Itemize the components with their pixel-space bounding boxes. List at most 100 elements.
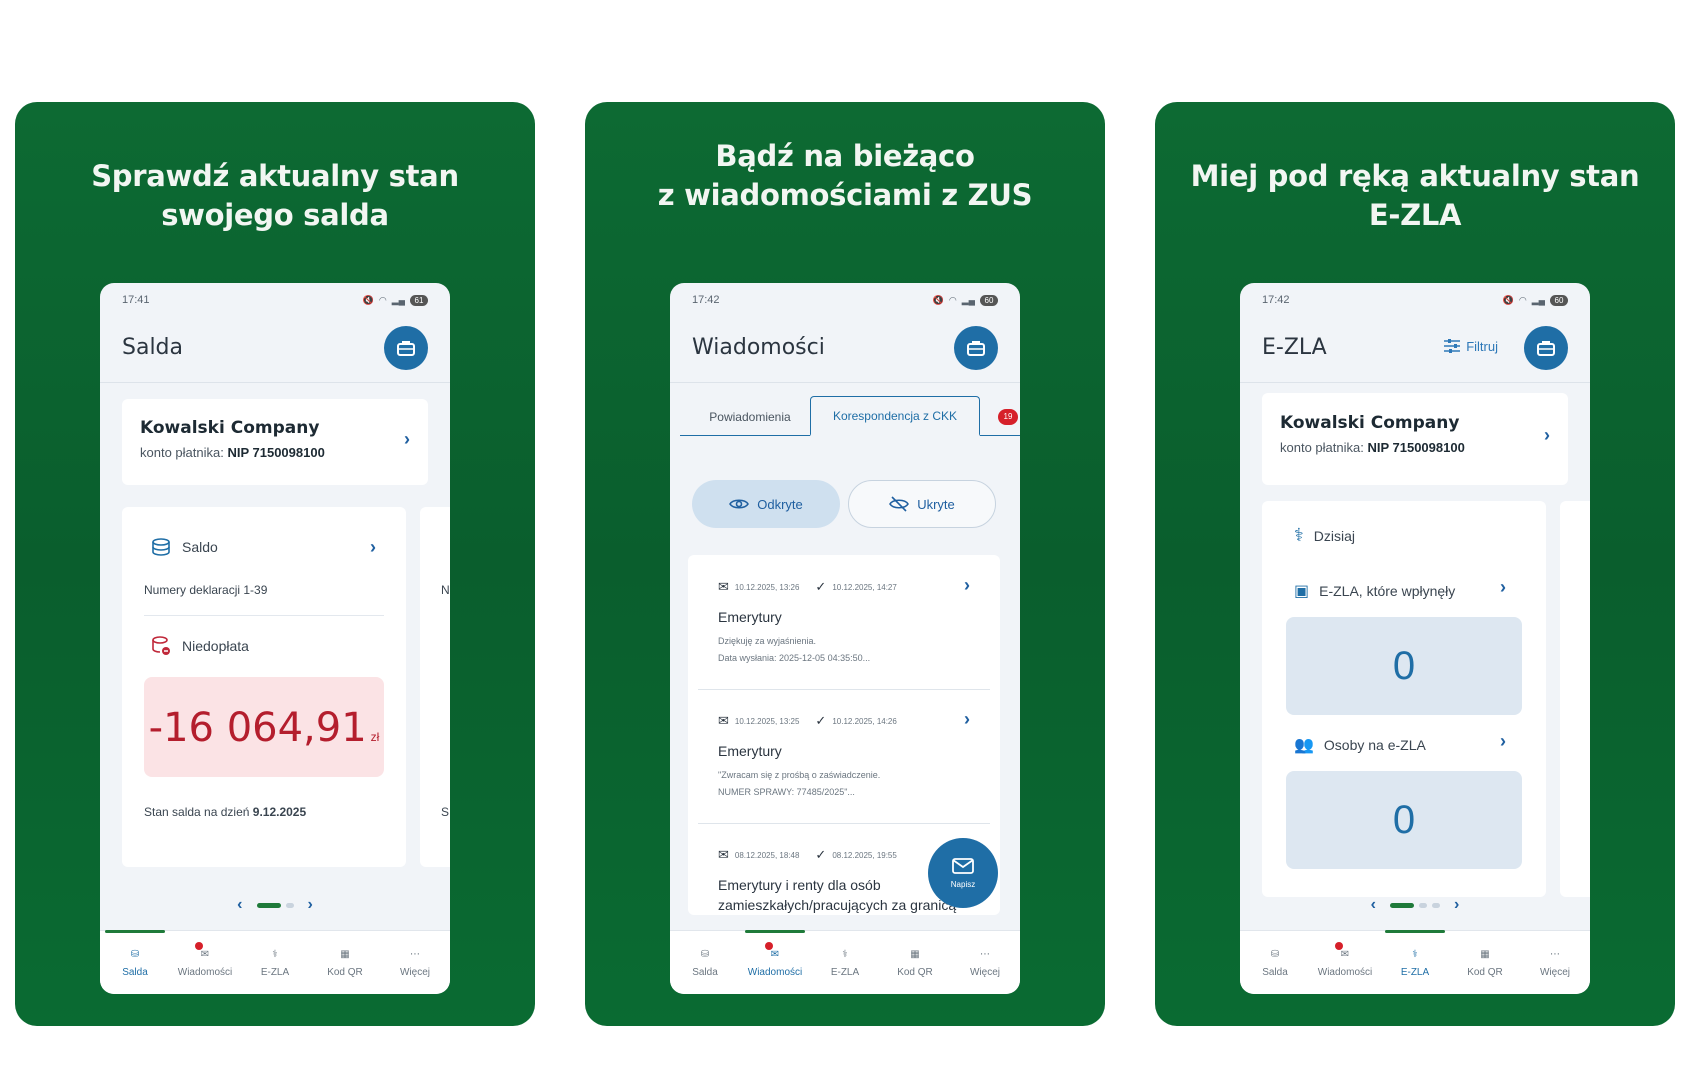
unread-dot xyxy=(1335,942,1343,950)
status-bar: 17:42 🔇 ◠ ▂▄ 60 xyxy=(692,293,998,307)
nav-item-wiecej[interactable]: ⋯ Więcej xyxy=(955,945,1015,979)
today-row: ⚕ Dzisiaj xyxy=(1294,525,1355,545)
balance-date-text: Stan salda na dzień 9.12.2025 xyxy=(144,805,307,819)
coins-icon xyxy=(152,538,170,556)
app-bar: E-ZLA Filtruj xyxy=(1240,313,1590,383)
qr-code-icon: ▦ xyxy=(340,948,350,960)
currency-label: zł xyxy=(370,730,380,744)
nav-item-ezla[interactable]: ⚕ E-ZLA xyxy=(1385,930,1445,978)
message-item[interactable]: ✉ 10.12.2025, 13:25 ✓ 10.12.2025, 14:26 › E… xyxy=(718,709,970,801)
coins-icon: ⛁ xyxy=(130,948,140,960)
chevron-right-icon: › xyxy=(370,537,376,557)
nav-item-wiadomosci[interactable]: ✉ Wiadomości xyxy=(1315,942,1375,978)
document-icon: ▣ xyxy=(1294,583,1310,600)
briefcase-icon xyxy=(967,341,985,356)
nav-item-wiecej[interactable]: ⋯ Więcej xyxy=(1525,945,1585,979)
pager-prev-button[interactable]: ‹ xyxy=(1371,896,1376,914)
status-bar: 17:41 🔇 ◠ ▂▄ 61 xyxy=(122,293,428,307)
check-circle-icon: ✓ xyxy=(815,847,827,862)
persons-row[interactable]: 👥 Osoby na e-ZLA xyxy=(1294,735,1426,755)
status-bar: 17:42 🔇 ◠ ▂▄ 60 xyxy=(1262,293,1568,307)
received-count-box: 0 xyxy=(1286,617,1522,715)
nav-item-kod-qr[interactable]: ▦ Kod QR xyxy=(1455,945,1515,979)
envelope-open-icon: ✉ xyxy=(718,847,729,862)
declarations-text: Numery deklaracji 1-39 xyxy=(144,583,268,597)
page-title: E-ZLA xyxy=(1262,335,1327,360)
battery-icon: 61 xyxy=(410,294,428,306)
wifi-icon: ◠ xyxy=(948,294,957,305)
received-row[interactable]: ▣ E-ZLA, które wpłynęły xyxy=(1294,581,1455,601)
pager-prev-button[interactable]: ‹ xyxy=(237,896,242,914)
pager-next-button[interactable]: › xyxy=(1454,896,1459,914)
pager-dot xyxy=(285,902,294,908)
briefcase-icon xyxy=(397,341,415,356)
pager-dot xyxy=(256,902,281,908)
niedoplata-row: Niedopłata xyxy=(150,635,249,657)
mute-icon: 🔇 xyxy=(1502,294,1514,305)
signal-icon: ▂▄ xyxy=(391,294,405,305)
battery-icon: 60 xyxy=(1550,294,1568,306)
envelope-open-icon: ✉ xyxy=(718,713,729,728)
tab-badge: 19 xyxy=(998,409,1018,425)
mute-icon: 🔇 xyxy=(932,294,944,305)
eye-off-icon xyxy=(889,496,910,512)
promo-card-salda: Sprawdź aktualny stan swojego salda 17:4… xyxy=(15,102,535,1026)
account-switch-button[interactable] xyxy=(384,326,428,370)
more-icon: ⋯ xyxy=(410,948,420,960)
next-card-peek: N S xyxy=(420,507,450,867)
filter-button[interactable]: Filtruj xyxy=(1443,338,1498,354)
tab-korespondencja[interactable]: Korespondencja z CKK xyxy=(810,396,980,436)
company-card[interactable]: Kowalski Company konto płatnika: NIP 715… xyxy=(1262,393,1568,485)
pager-dot xyxy=(1432,902,1440,908)
nav-item-ezla[interactable]: ⚕ E-ZLA xyxy=(245,945,305,979)
nav-item-wiadomosci[interactable]: ✉ Wiadomości xyxy=(745,930,805,978)
nav-item-salda[interactable]: ⛁ Salda xyxy=(1245,945,1305,979)
unread-dot xyxy=(765,942,773,950)
account-switch-button[interactable] xyxy=(1524,326,1568,370)
nav-item-salda[interactable]: ⛁ Salda xyxy=(675,945,735,979)
nav-item-salda[interactable]: ⛁ Salda xyxy=(105,930,165,978)
nav-item-ezla[interactable]: ⚕ E-ZLA xyxy=(815,945,875,979)
next-card-peek xyxy=(1560,501,1590,897)
chevron-right-icon: › xyxy=(404,429,410,449)
battery-icon: 60 xyxy=(980,294,998,306)
promo-headline: Miej pod ręką aktualny stan E-ZLA xyxy=(1190,159,1640,232)
promo-headline: Bądź na bieżąco z wiadomościami z ZUS xyxy=(657,139,1033,212)
debt-amount-box: -16 064,91 zł xyxy=(144,677,384,777)
stethoscope-icon: ⚕ xyxy=(1294,525,1304,545)
stethoscope-icon: ⚕ xyxy=(1412,948,1418,960)
debt-amount: -16 064,91 xyxy=(148,705,367,751)
bottom-nav: ⛁ Salda ✉ Wiadomości ⚕ E-ZLA ▦ Kod QR ⋯ Więce… xyxy=(670,930,1020,994)
unread-dot xyxy=(195,942,203,950)
compose-button[interactable]: Napisz xyxy=(928,838,998,908)
nav-item-kod-qr[interactable]: ▦ Kod QR xyxy=(885,945,945,979)
balance-card: Saldo › Numery deklaracji 1-39 Niedopłat… xyxy=(122,507,406,867)
tab-powiadomienia[interactable]: Powiadomienia xyxy=(680,397,820,437)
carousel-pager: ‹ › xyxy=(100,896,450,914)
nav-item-wiadomosci[interactable]: ✉ Wiadomości xyxy=(175,942,235,978)
segment-ukryte[interactable]: Ukryte xyxy=(848,480,996,528)
chevron-right-icon: › xyxy=(1544,425,1550,445)
chevron-right-icon: › xyxy=(964,575,970,595)
saldo-row[interactable]: Saldo xyxy=(150,537,218,557)
bottom-nav: ⛁ Salda ✉ Wiadomości ⚕ E-ZLA ▦ Kod QR ⋯ Więce… xyxy=(100,930,450,994)
nav-item-wiecej[interactable]: ⋯ Więcej xyxy=(385,945,445,979)
account-switch-button[interactable] xyxy=(954,326,998,370)
qr-code-icon: ▦ xyxy=(910,948,920,960)
carousel-pager: ‹ › xyxy=(1240,896,1590,914)
sliders-icon xyxy=(1444,339,1461,353)
mute-icon: 🔇 xyxy=(362,294,374,305)
nav-item-kod-qr[interactable]: ▦ Kod QR xyxy=(315,945,375,979)
app-bar: Salda xyxy=(100,313,450,383)
promo-card-ezla: Miej pod ręką aktualny stan E-ZLA 17:42 … xyxy=(1155,102,1675,1026)
chevron-right-icon: › xyxy=(964,709,970,729)
wifi-icon: ◠ xyxy=(378,294,387,305)
users-icon: 👥 xyxy=(1294,737,1314,754)
pager-dot xyxy=(1390,902,1414,908)
pager-next-button[interactable]: › xyxy=(308,896,313,914)
envelope-open-icon: ✉ xyxy=(718,579,729,594)
segment-odkryte[interactable]: Odkryte xyxy=(692,480,840,528)
coins-icon: ⛁ xyxy=(1270,948,1280,960)
message-item[interactable]: ✉ 10.12.2025, 13:26 ✓ 10.12.2025, 14:27 › E… xyxy=(718,575,970,667)
company-card[interactable]: Kowalski Company konto płatnika: NIP 715… xyxy=(122,399,428,485)
